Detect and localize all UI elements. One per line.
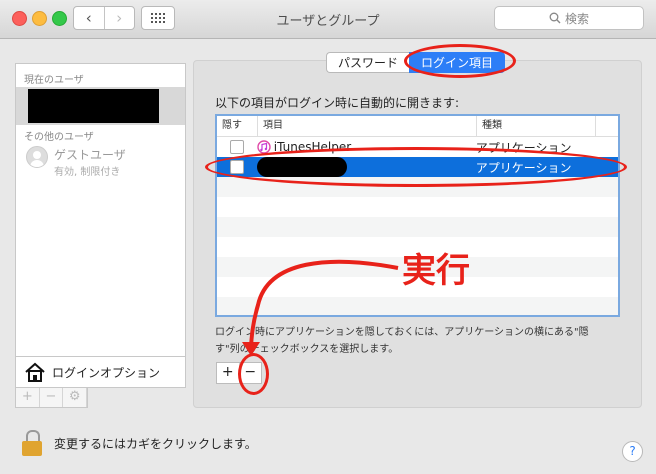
house-icon [25,362,45,382]
annotation-circle-remove [238,353,269,395]
gear-icon[interactable]: ⚙ [63,388,88,407]
guest-user-status: 有効, 制限付き [54,167,121,178]
lock-area[interactable]: 変更するにはカギをクリックします。 [22,430,257,456]
annotation-label: 実行 [402,251,470,291]
login-options-label: ログインオプション [52,365,161,380]
lock-text: 変更するにはカギをクリックします。 [54,436,257,451]
tab-password[interactable]: パスワード [326,52,410,73]
empty-row [217,297,618,315]
current-user-item[interactable] [16,87,185,125]
guest-user-name: ゲストユーザ [54,148,126,162]
search-field[interactable]: 検索 [494,6,644,30]
login-items-intro: 以下の項目がログイン時に自動的に開きます: [215,96,460,110]
empty-row [217,217,618,237]
current-users-header: 現在のユーザ [24,75,84,86]
title-bar: ‹ › ユーザとグループ 検索 [0,0,656,39]
user-list: 現在のユーザ その他のユーザ ゲストユーザ 有効, 制限付き [15,63,186,358]
table-header: 隠す 項目 種類 [217,116,618,137]
remove-user-button[interactable]: − [40,388,64,407]
help-button[interactable]: ? [622,441,643,462]
redacted-user-name [28,89,159,123]
sidebar-tools: + − ⚙ [15,387,88,408]
annotation-circle-tab [404,44,516,78]
annotation-circle-row [205,147,627,187]
hide-hint-text: ログイン時にアプリケーションを隠しておくには、アプリケーションの横にある"隠す"… [215,327,589,355]
other-users-header: その他のユーザ [24,132,94,143]
search-placeholder: 検索 [564,11,589,26]
column-header-kind[interactable]: 種類 [477,116,596,136]
column-header-hide[interactable]: 隠す [217,116,258,136]
guest-avatar-icon [26,146,48,168]
login-options-item[interactable]: ログインオプション [15,356,186,388]
guest-user-item[interactable]: ゲストユーザ 有効, 制限付き [26,146,126,178]
add-item-button[interactable]: + [217,363,239,383]
empty-row [217,197,618,217]
column-header-item[interactable]: 項目 [258,116,477,136]
hide-checkbox[interactable] [229,140,244,154]
search-icon [549,12,561,24]
lock-icon[interactable] [22,430,42,456]
add-user-button[interactable]: + [16,388,40,407]
